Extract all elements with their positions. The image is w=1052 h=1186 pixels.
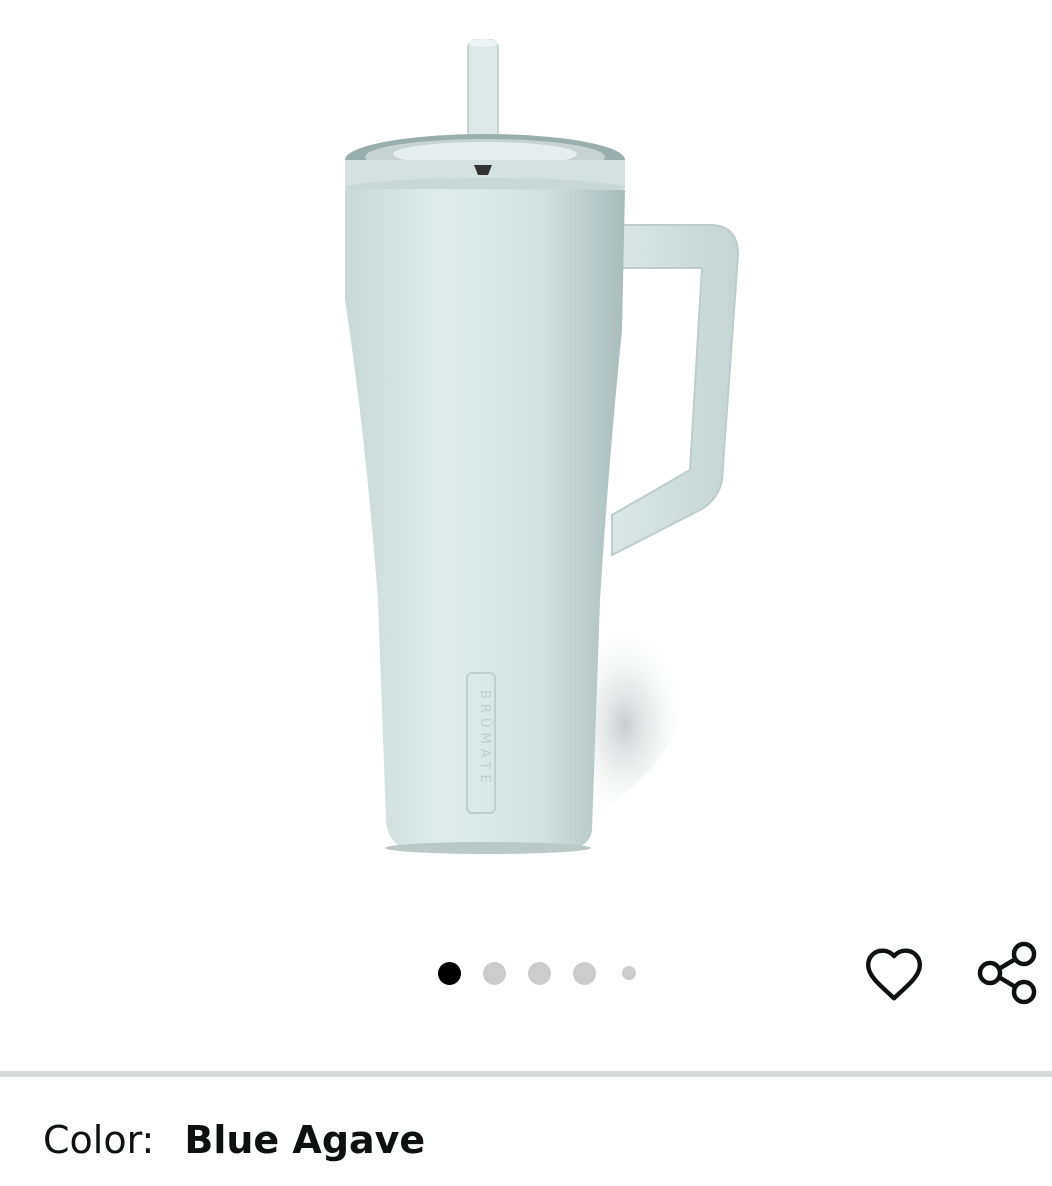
carousel-dot-5[interactable] (622, 966, 636, 980)
carousel-dot-1[interactable] (438, 961, 461, 985)
color-value: Blue Agave (184, 1118, 426, 1162)
image-carousel-indicator[interactable] (438, 960, 658, 986)
product-page: BRŰMATE Color: Blue Agave (0, 0, 1052, 1186)
heart-icon (865, 948, 923, 1001)
svg-text:BRŰMATE: BRŰMATE (477, 690, 493, 788)
product-image[interactable]: BRŰMATE (0, 0, 1052, 900)
share-icon (977, 941, 1037, 1005)
carousel-dot-3[interactable] (528, 961, 551, 985)
section-divider (0, 1071, 1052, 1077)
carousel-dot-4[interactable] (573, 961, 596, 985)
color-label: Color: (43, 1118, 155, 1162)
tumbler-image: BRŰMATE (345, 39, 740, 854)
wishlist-button[interactable] (859, 940, 929, 1010)
share-button[interactable] (972, 938, 1042, 1008)
carousel-dot-2[interactable] (483, 961, 506, 985)
color-variant-row: Color: Blue Agave (43, 1112, 425, 1168)
